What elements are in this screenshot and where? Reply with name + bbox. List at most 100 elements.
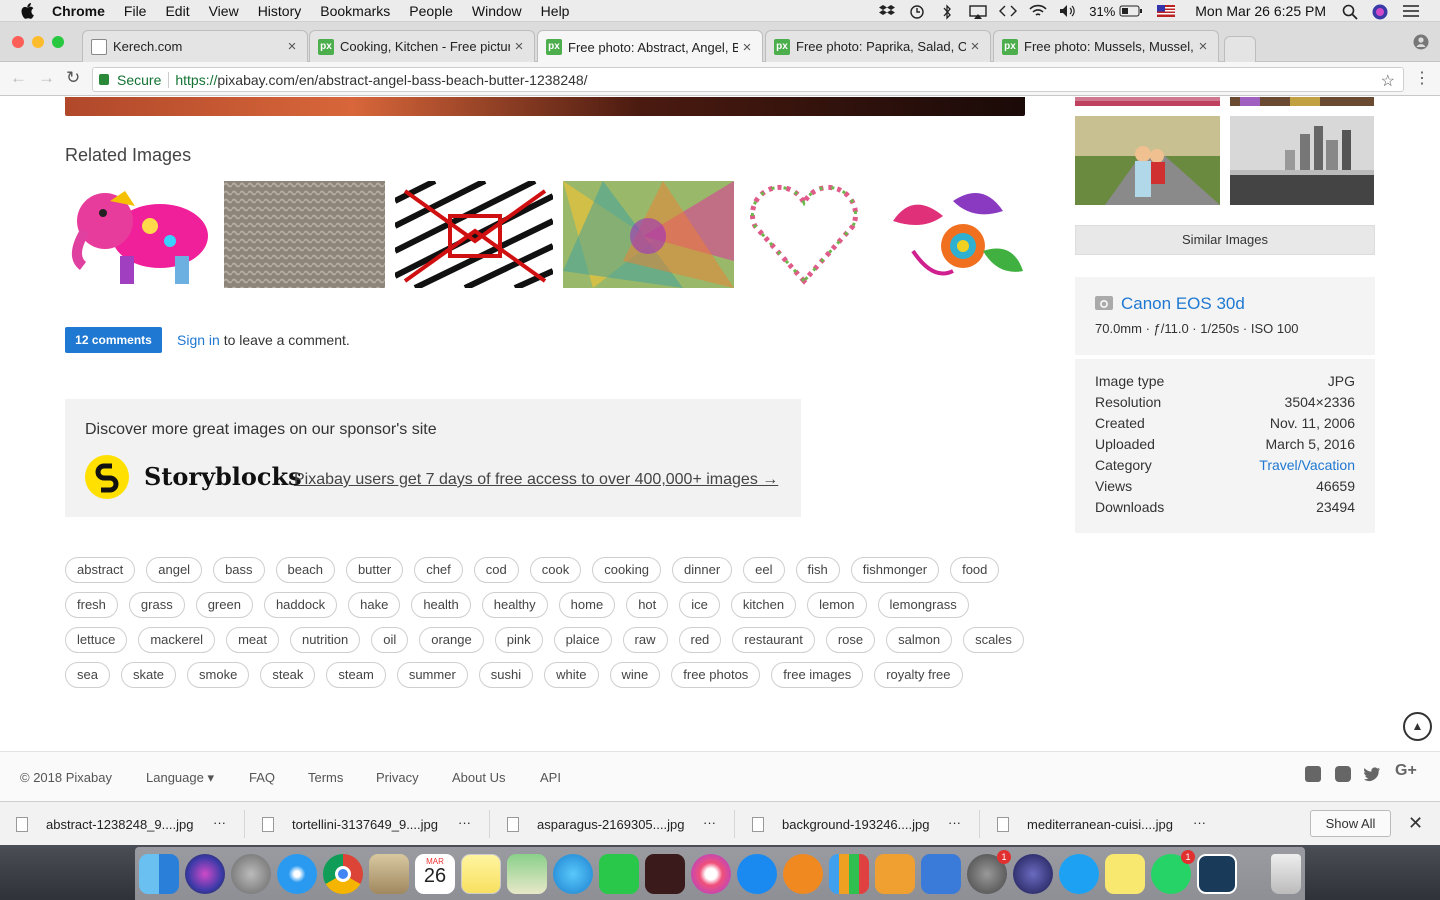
- tag-chip[interactable]: fish: [795, 557, 840, 583]
- google-plus-icon[interactable]: G+: [1395, 762, 1417, 779]
- related-image-paisley[interactable]: [873, 181, 1025, 288]
- tag-chip[interactable]: ice: [679, 592, 720, 618]
- facebook-icon[interactable]: [1305, 766, 1321, 782]
- download-item[interactable]: asparagus-2169305....jpg: [507, 802, 684, 846]
- camera-model-link[interactable]: Canon EOS 30d: [1121, 294, 1245, 314]
- photo-booth-icon[interactable]: [645, 853, 685, 894]
- tag-chip[interactable]: rose: [825, 627, 876, 653]
- menu-bookmarks[interactable]: Bookmarks: [320, 3, 390, 19]
- category-link[interactable]: Travel/Vacation: [1259, 455, 1355, 476]
- us-flag-icon[interactable]: [1157, 4, 1176, 18]
- app-store-icon[interactable]: [737, 853, 777, 894]
- airplay-icon[interactable]: [969, 4, 987, 19]
- tag-chip[interactable]: meat: [226, 627, 279, 653]
- tag-chip[interactable]: chef: [414, 557, 463, 583]
- launchpad-icon[interactable]: [231, 853, 271, 894]
- tag-chip[interactable]: hot: [626, 592, 669, 618]
- similar-image-skyline[interactable]: [1230, 116, 1374, 205]
- tag-chip[interactable]: sea: [65, 662, 110, 688]
- tab-close-icon[interactable]: ×: [1194, 38, 1212, 55]
- tag-chip[interactable]: salmon: [886, 627, 953, 653]
- menu-view[interactable]: View: [209, 3, 239, 19]
- download-item[interactable]: mediterranean-cuisi....jpg: [997, 802, 1173, 846]
- related-image-abstract-color[interactable]: [563, 181, 734, 288]
- bluetooth-icon[interactable]: [939, 4, 955, 20]
- tab-close-icon[interactable]: ×: [283, 38, 301, 55]
- zoom-window-button[interactable]: [52, 36, 64, 48]
- tab-close-icon[interactable]: ×: [510, 38, 528, 55]
- storyblocks-brand[interactable]: Storyblocks: [144, 462, 302, 491]
- tag-chip[interactable]: cook: [529, 557, 582, 583]
- sponsor-offer-link[interactable]: Pixabay users get 7 days of free access …: [294, 471, 778, 489]
- tag-chip[interactable]: lemongrass: [877, 592, 969, 618]
- related-image-texture[interactable]: [224, 181, 385, 288]
- profile-avatar-icon[interactable]: [1413, 34, 1429, 55]
- related-image-flower-heart[interactable]: [745, 181, 863, 288]
- download-item[interactable]: tortellini-3137649_9....jpg: [262, 802, 438, 846]
- back-arrow-icon[interactable]: ←: [10, 68, 27, 88]
- footer-language-dropdown[interactable]: Language ▾: [146, 770, 214, 786]
- tag-chip[interactable]: oil: [371, 627, 409, 653]
- related-image-zebra-pattern[interactable]: [395, 181, 553, 288]
- reload-icon[interactable]: ↻: [66, 68, 80, 88]
- footer-about-link[interactable]: About Us: [452, 770, 505, 785]
- tag-chip[interactable]: food: [950, 557, 1000, 583]
- browser-tab[interactable]: px Cooking, Kitchen - Free picture ×: [309, 30, 535, 62]
- tag-chip[interactable]: smoke: [187, 662, 250, 688]
- tag-chip[interactable]: steak: [260, 662, 316, 688]
- tag-chip[interactable]: haddock: [263, 592, 338, 618]
- browser-tab-active[interactable]: px Free photo: Abstract, Angel, B ×: [537, 30, 763, 63]
- itunes-icon[interactable]: [691, 853, 731, 894]
- finder-icon[interactable]: [139, 853, 179, 894]
- footer-api-link[interactable]: API: [540, 770, 561, 785]
- apple-menu-icon[interactable]: [20, 2, 38, 20]
- footer-terms-link[interactable]: Terms: [308, 770, 343, 785]
- tag-chip[interactable]: kitchen: [730, 592, 797, 618]
- footer-faq-link[interactable]: FAQ: [249, 770, 275, 785]
- tag-chip[interactable]: lemon: [807, 592, 867, 618]
- tag-chip[interactable]: green: [195, 592, 253, 618]
- clock-datetime[interactable]: Mon Mar 26 6:25 PM: [1195, 3, 1326, 19]
- new-tab-button[interactable]: [1224, 36, 1256, 62]
- siri-icon[interactable]: [1372, 4, 1388, 20]
- volume-icon[interactable]: [1059, 4, 1075, 18]
- tag-chip[interactable]: pink: [494, 627, 543, 653]
- sign-in-link[interactable]: Sign in: [177, 332, 220, 348]
- mail-stamp-icon[interactable]: [369, 853, 409, 894]
- menu-edit[interactable]: Edit: [165, 3, 189, 19]
- tag-chip[interactable]: healthy: [481, 592, 548, 618]
- ibooks-icon[interactable]: [783, 853, 823, 894]
- forward-arrow-icon[interactable]: →: [38, 68, 55, 88]
- notes-icon[interactable]: [461, 853, 501, 894]
- tag-chip[interactable]: red: [678, 627, 722, 653]
- tag-chip[interactable]: fresh: [65, 592, 118, 618]
- tag-chip[interactable]: grass: [128, 592, 185, 618]
- numbers-icon[interactable]: [829, 853, 869, 894]
- tag-chip[interactable]: fishmonger: [850, 557, 940, 583]
- maps-icon[interactable]: [507, 853, 547, 894]
- chrome-menu-icon[interactable]: ⋮: [1414, 68, 1430, 88]
- chrome-dock-icon[interactable]: [323, 853, 363, 894]
- address-bar[interactable]: Secure https:// pixabay.com/en/abstract-…: [92, 67, 1404, 92]
- bookmark-star-icon[interactable]: ☆: [1381, 71, 1395, 91]
- whatsapp-icon[interactable]: 1: [1151, 849, 1195, 894]
- eclipse-icon[interactable]: [1013, 853, 1053, 894]
- minimize-window-button[interactable]: [32, 36, 44, 48]
- download-options-icon[interactable]: ···: [1193, 815, 1206, 830]
- dropbox-icon[interactable]: [879, 4, 896, 18]
- tag-chip[interactable]: health: [411, 592, 471, 618]
- twitter-dock-icon[interactable]: [1059, 853, 1099, 894]
- download-item[interactable]: background-193246....jpg: [752, 802, 929, 846]
- tag-chip[interactable]: hake: [348, 592, 401, 618]
- tag-chip[interactable]: lettuce: [65, 627, 128, 653]
- menu-people[interactable]: People: [409, 3, 453, 19]
- calendar-icon[interactable]: MAR 26: [415, 853, 455, 894]
- similar-image-thumb[interactable]: [1075, 97, 1220, 106]
- safari-icon[interactable]: [277, 853, 317, 894]
- similar-images-button[interactable]: Similar Images: [1075, 225, 1375, 255]
- battery-icon[interactable]: [1119, 4, 1143, 18]
- twitter-icon[interactable]: [1363, 766, 1380, 782]
- tag-chip[interactable]: dinner: [672, 557, 733, 583]
- tag-chip[interactable]: plaice: [553, 627, 612, 653]
- tag-chip[interactable]: eel: [743, 557, 785, 583]
